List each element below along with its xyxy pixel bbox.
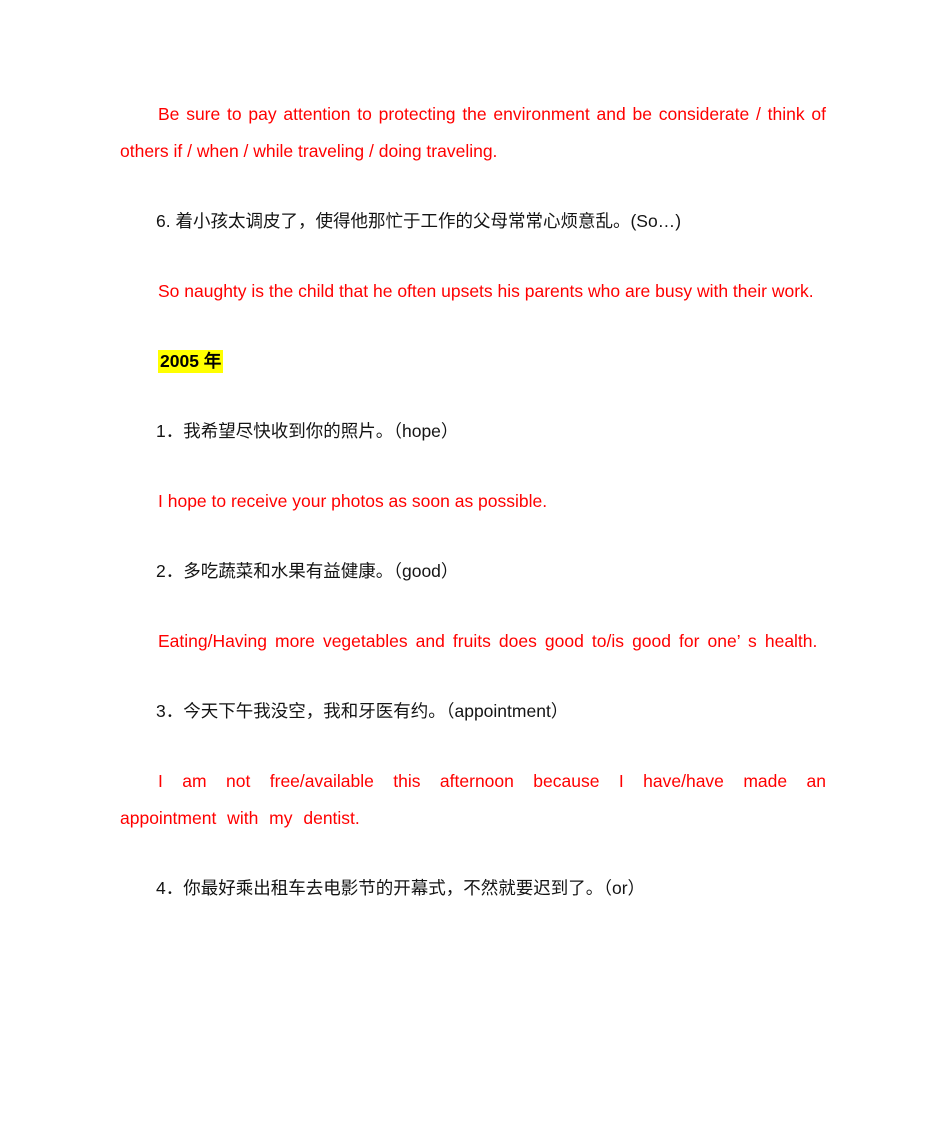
answer-paragraph-3: I am not free/available this afternoon b… [120,771,837,828]
answer-paragraph-5: Be sure to pay attention to protecting t… [120,104,831,161]
answer-paragraph-2: Eating/Having more vegetables and fruits… [158,631,818,651]
prompt-paragraph-2: 2．多吃蔬菜和水果有益健康。（good） [156,561,459,581]
prompt-paragraph-3: 3．今天下午我没空，我和牙医有约。（appointment） [156,701,569,721]
document-body: Be sure to pay attention to protecting t… [120,96,826,907]
document-page: Be sure to pay attention to protecting t… [0,0,945,1123]
answer-paragraph-1: I hope to receive your photos as soon as… [158,491,548,511]
year-heading-2005: 2005 年 [120,343,826,380]
prompt-paragraph-1: 1．我希望尽快收到你的照片。（hope） [156,421,459,441]
year-heading-highlight-text: 2005 年 [158,350,224,373]
answer-paragraph-6: So naughty is the child that he often up… [158,281,814,301]
prompt-paragraph-6: 6. 着小孩太调皮了，使得他那忙于工作的父母常常心烦意乱。(So…) [156,211,682,231]
prompt-paragraph-4: 4．你最好乘出租车去电影节的开幕式，不然就要迟到了。（or） [156,878,646,898]
